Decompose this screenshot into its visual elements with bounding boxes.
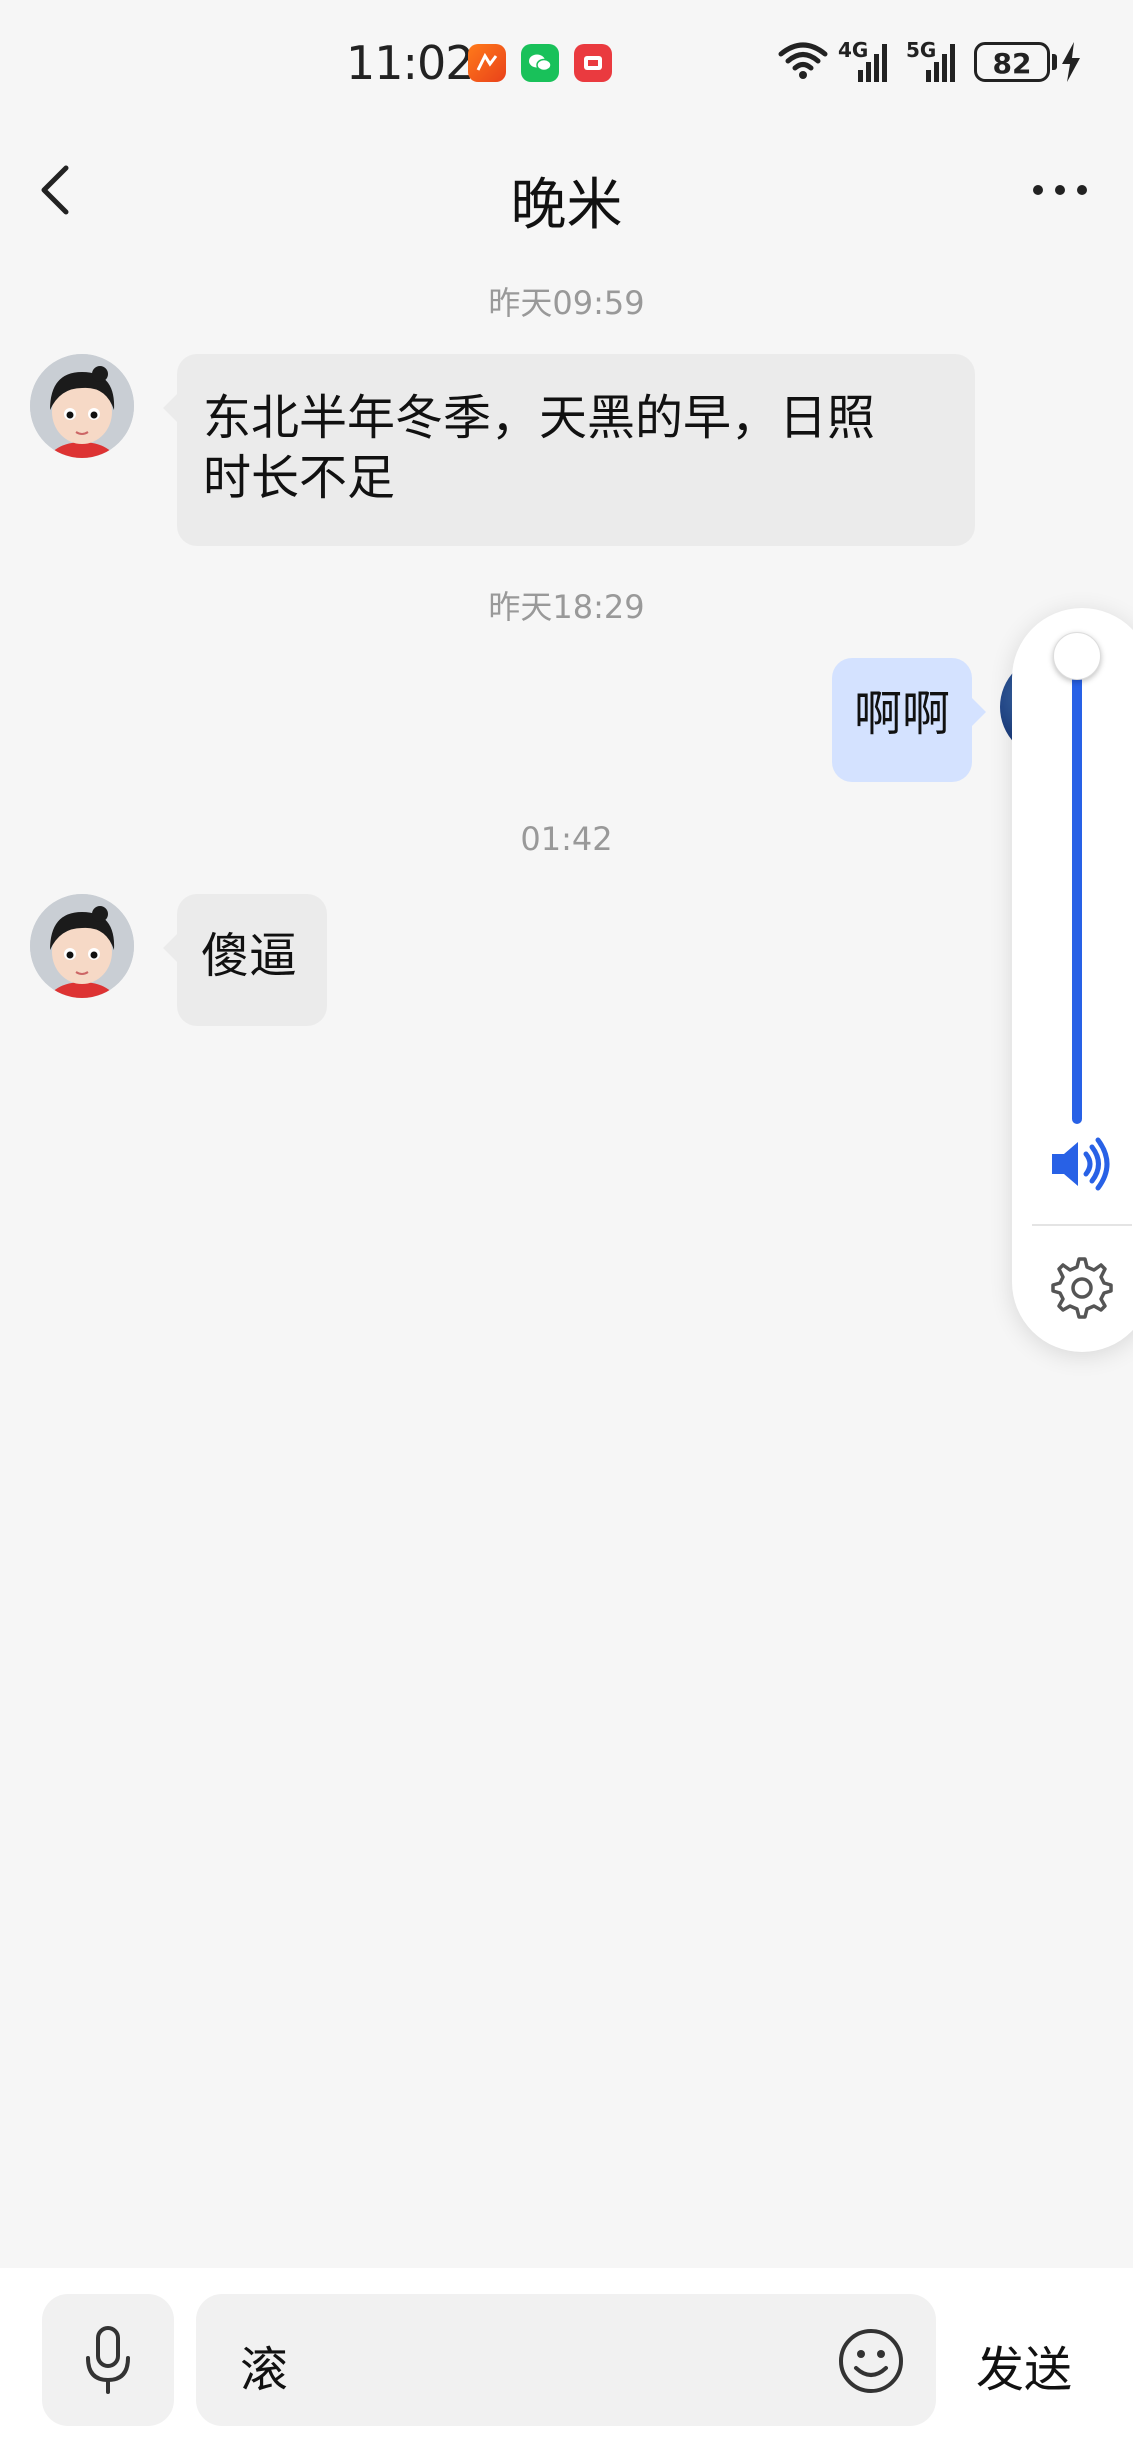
chat-title: 晚米: [510, 173, 623, 238]
message-bubble[interactable]: 东北半年冬季，天黑的早，日照 时长不足: [163, 354, 975, 546]
mic-icon: [86, 2326, 130, 2394]
more-icon: [1033, 185, 1087, 195]
message-timestamp: 昨天09:59: [488, 284, 645, 322]
signal-icon-2: [926, 44, 955, 82]
more-button[interactable]: [1030, 170, 1090, 210]
title-bar: 晚米: [0, 130, 1133, 250]
charging-icon: [1062, 42, 1080, 82]
status-time: 11:02: [346, 36, 475, 90]
volume-slider-thumb[interactable]: [1053, 632, 1101, 680]
message-text-line: 时长不足: [203, 450, 396, 506]
message-timestamp: 01:42: [520, 820, 613, 858]
battery-icon: 82: [974, 42, 1050, 82]
speaker-icon[interactable]: [1044, 1128, 1116, 1200]
message-text: 傻逼: [201, 928, 298, 984]
battery-tip: [1052, 54, 1057, 70]
volume-panel: [1012, 608, 1133, 1352]
message-bubble[interactable]: 啊啊: [832, 658, 986, 782]
message-input[interactable]: 滚: [196, 2294, 936, 2426]
volume-panel-divider: [1032, 1224, 1132, 1226]
volume-slider[interactable]: [1072, 652, 1082, 1124]
wifi-icon: [778, 42, 828, 79]
gear-icon[interactable]: [1048, 1254, 1116, 1322]
message-text-line: 东北半年冬季，天黑的早，日照: [203, 390, 876, 446]
emoji-icon[interactable]: [836, 2326, 906, 2396]
message-bubble[interactable]: 傻逼: [163, 894, 327, 1026]
cartoon-avatar-icon: [30, 894, 134, 998]
battery-level: 82: [992, 47, 1032, 80]
send-button[interactable]: 发送: [976, 2330, 1072, 2400]
status-bar: 11:02 4G 5G 82: [0, 0, 1133, 130]
contact-avatar[interactable]: [30, 354, 134, 458]
input-bar: 滚 发送: [0, 2268, 1133, 2453]
message-input-value: 滚: [240, 2342, 289, 2398]
taobao-app-icon: [468, 44, 506, 82]
cartoon-avatar-icon: [30, 354, 134, 458]
message-text: 啊啊: [854, 686, 951, 742]
voice-input-button[interactable]: [42, 2294, 174, 2426]
message-timestamp: 昨天18:29: [488, 588, 645, 626]
rednote-app-icon: [574, 44, 612, 82]
wechat-app-icon: [521, 44, 559, 82]
contact-avatar[interactable]: [30, 894, 134, 998]
signal-icon-1: [858, 44, 887, 82]
